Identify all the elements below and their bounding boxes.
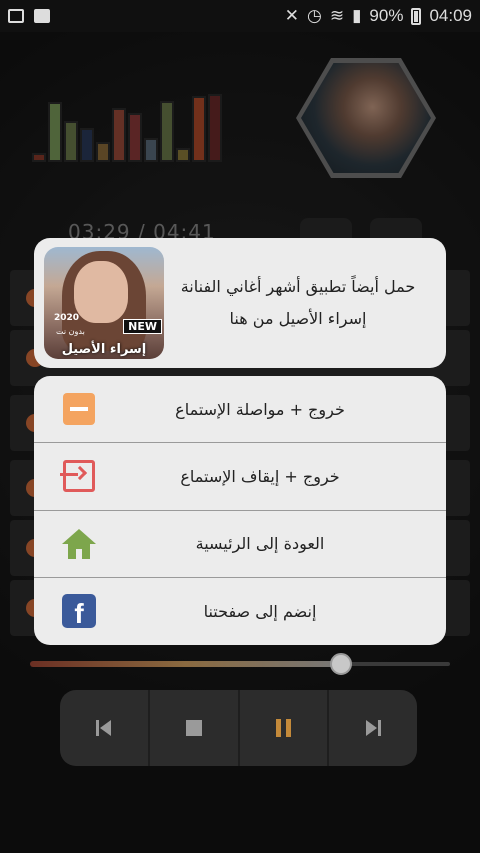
wifi-icon: ≋ [329, 6, 345, 25]
exit-continue-listening-button[interactable]: خروج + مواصلة الإستماع [34, 376, 446, 444]
promo-year: 2020 [54, 313, 80, 323]
seek-bar-thumb[interactable] [330, 653, 352, 675]
mute-icon: ✕ [284, 6, 299, 25]
promo-subtitle: بدون نت [56, 327, 85, 336]
signal-icon: ▮ [352, 6, 362, 25]
next-icon [365, 720, 381, 736]
back-to-home-button[interactable]: العودة إلى الرئيسية [34, 511, 446, 578]
gallery-notification-icon [8, 9, 24, 23]
minus-icon [63, 393, 95, 426]
pause-icon [275, 719, 291, 737]
promo-text: حمل أيضاً تطبيق أشهر أغاني الفنانة إسراء… [164, 271, 436, 335]
seek-bar-fill[interactable] [30, 661, 341, 667]
promo-artist-name: إسراء الأصيل [61, 342, 147, 357]
join-facebook-page-button[interactable]: f إنضم إلى صفحتنا [34, 578, 446, 645]
battery-icon [411, 7, 422, 25]
facebook-icon: f [62, 594, 96, 629]
seek-bar-track[interactable] [346, 662, 450, 666]
promo-app-image[interactable]: 2020 بدون نت NEW إسراء الأصيل [44, 247, 164, 359]
status-bar: ✕ ◷ ≋ ▮ 90% 04:09 [0, 0, 480, 32]
battery-percent: 90% [369, 6, 404, 25]
promo-card[interactable]: 2020 بدون نت NEW إسراء الأصيل حمل أيضاً … [34, 238, 446, 368]
pause-button[interactable] [240, 690, 330, 766]
promo-line-1: حمل أيضاً تطبيق أشهر أغاني الفنانة [180, 277, 416, 296]
exit-stop-listening-button[interactable]: خروج + إيقاف الإستماع [34, 443, 446, 511]
stop-icon [185, 720, 202, 736]
next-button[interactable] [329, 690, 417, 766]
new-badge: NEW [123, 319, 162, 334]
home-icon [62, 528, 96, 559]
previous-button[interactable] [60, 690, 150, 766]
previous-icon [96, 720, 112, 736]
exit-icon [60, 460, 95, 493]
clock: 04:09 [429, 6, 472, 25]
alarm-icon: ◷ [306, 6, 322, 25]
exit-menu: خروج + مواصلة الإستماع خروج + إيقاف الإس… [34, 376, 446, 645]
promo-line-2: إسراء الأصيل من هنا [229, 309, 367, 328]
stop-button[interactable] [150, 690, 240, 766]
music-notification-icon [34, 9, 50, 23]
transport-controls [60, 690, 417, 766]
